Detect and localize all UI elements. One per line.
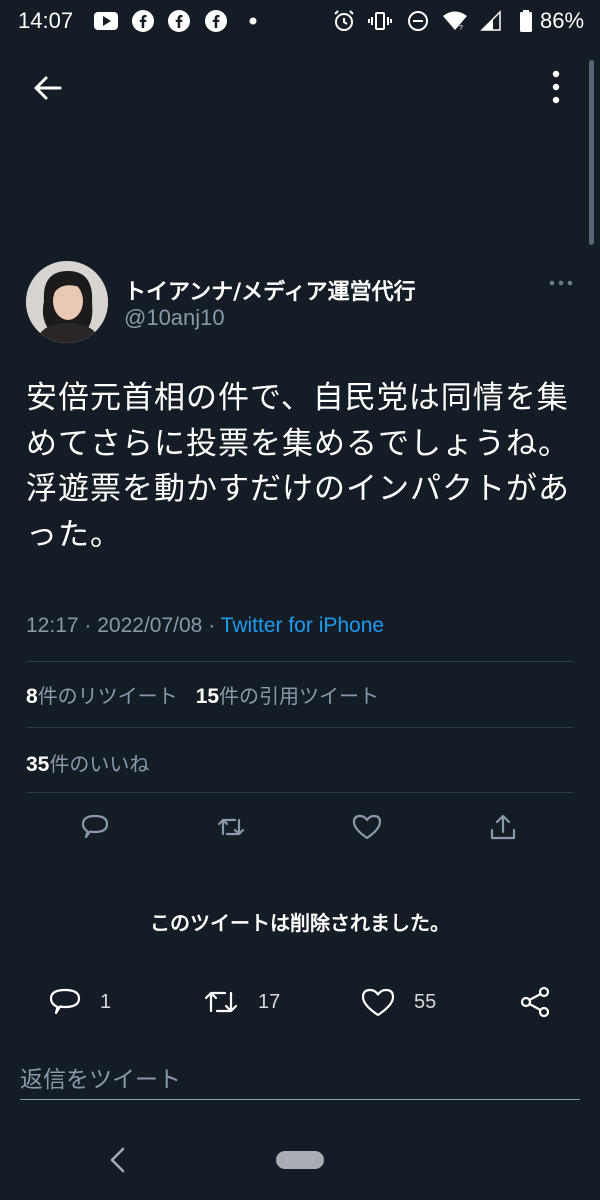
svg-text:?: ? [459,25,463,32]
likes-stat[interactable]: 35件のいいね [26,748,149,777]
more-options-button[interactable] [542,68,570,108]
share-network-button[interactable] [518,984,552,1020]
like-count-button[interactable]: 55 [360,984,436,1020]
reply-input[interactable] [20,1060,580,1100]
vibrate-icon [367,9,393,33]
deleted-tweet-notice: このツイートは削除されました。 [150,911,450,935]
nav-home-pill[interactable] [276,1151,324,1169]
likes-label: 件のいいね [49,752,150,776]
retweets-label: 件のリツイート [37,684,178,708]
status-time: 14:07 [18,8,74,33]
quotes-stat[interactable]: 15件の引用ツイート [196,684,379,708]
likes-count: 35 [26,753,50,776]
battery-percent: 86% [540,8,585,33]
dnd-icon [405,9,431,33]
facebook-icon [203,9,229,33]
share-button[interactable] [486,810,520,844]
tweet-more-button[interactable] [548,275,574,289]
reply-button[interactable] [78,810,112,844]
alarm-icon [331,9,357,33]
retweet-icon [217,818,245,836]
wifi-icon: ? [442,9,468,33]
reply-count-button[interactable]: 1 [48,984,111,1020]
retweet-button[interactable] [214,810,248,844]
nav-back-button[interactable] [106,1145,130,1175]
status-bar: 14:07 ? 86% [0,0,600,44]
scrollbar[interactable] [589,60,594,245]
retweet-count-button[interactable]: 17 [202,984,280,1020]
retweet-icon [204,991,238,1013]
retweet-count: 17 [258,990,281,1013]
dot-icon [240,9,266,33]
back-button[interactable] [28,70,68,106]
display-name[interactable]: トイアンナ/メディア運営代行 [124,274,416,306]
share-icon [490,814,516,840]
tweet-meta: 12:17 · 2022/07/08 · Twitter for iPhone [26,614,384,638]
like-button[interactable] [350,810,384,844]
divider [26,661,574,662]
tweet-text: 安倍元首相の件で、自民党は同情を集めてさらに投票を集めるでしょうね。浮遊票を動か… [26,380,570,553]
share-network-icon [520,986,550,1018]
arrow-left-icon [34,76,62,100]
user-handle[interactable]: @10anj10 [124,305,225,331]
avatar[interactable] [26,261,108,343]
comment-icon [49,988,81,1015]
quotes-count: 15 [195,685,220,708]
comment-icon [81,814,109,839]
divider [26,727,574,728]
battery-icon [513,9,539,33]
vertical-dots-icon [552,70,560,104]
tweet-date: 2022/07/08 [97,614,203,637]
meta-separator: · [84,614,92,637]
facebook-icon [130,9,156,33]
heart-icon [361,988,395,1017]
like-count: 55 [414,990,437,1013]
signal-icon [478,9,504,33]
engagement-stats: 8件のリツイート 15件の引用ツイート [26,680,379,709]
chevron-left-icon [110,1147,125,1173]
divider [26,792,574,793]
horizontal-dots-icon [549,280,573,286]
heart-icon [352,814,382,840]
quotes-label: 件の引用ツイート [219,684,380,708]
retweets-stat[interactable]: 8件のリツイート [26,684,178,708]
meta-separator: · [208,614,216,637]
facebook-icon [166,9,192,33]
youtube-icon [93,9,119,33]
tweet-source-link[interactable]: Twitter for iPhone [221,614,384,637]
tweet-time: 12:17 [26,614,79,637]
retweets-count: 8 [26,685,38,708]
reply-count: 1 [100,990,112,1013]
